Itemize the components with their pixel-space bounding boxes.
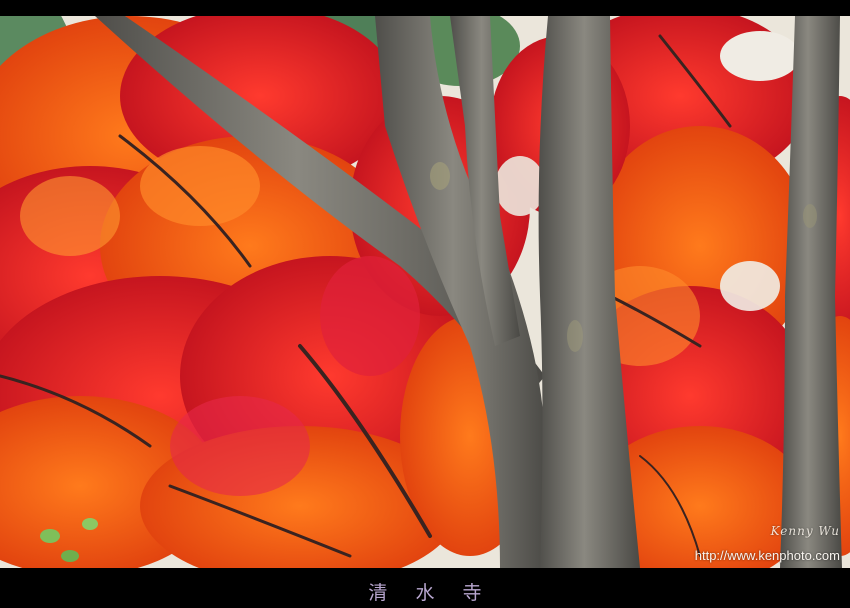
autumn-maple-photo xyxy=(0,16,850,568)
top-frame-border xyxy=(0,0,850,16)
watermark-url: http://www.kenphoto.com xyxy=(694,548,840,563)
caption-char: 水 xyxy=(415,582,435,604)
caption-char: 清 xyxy=(368,582,388,604)
photographer-signature: Kenny Wu xyxy=(770,524,840,538)
photo-canvas xyxy=(0,16,850,568)
photo-caption: 清 水 寺 xyxy=(0,578,850,605)
caption-char: 寺 xyxy=(462,582,482,604)
